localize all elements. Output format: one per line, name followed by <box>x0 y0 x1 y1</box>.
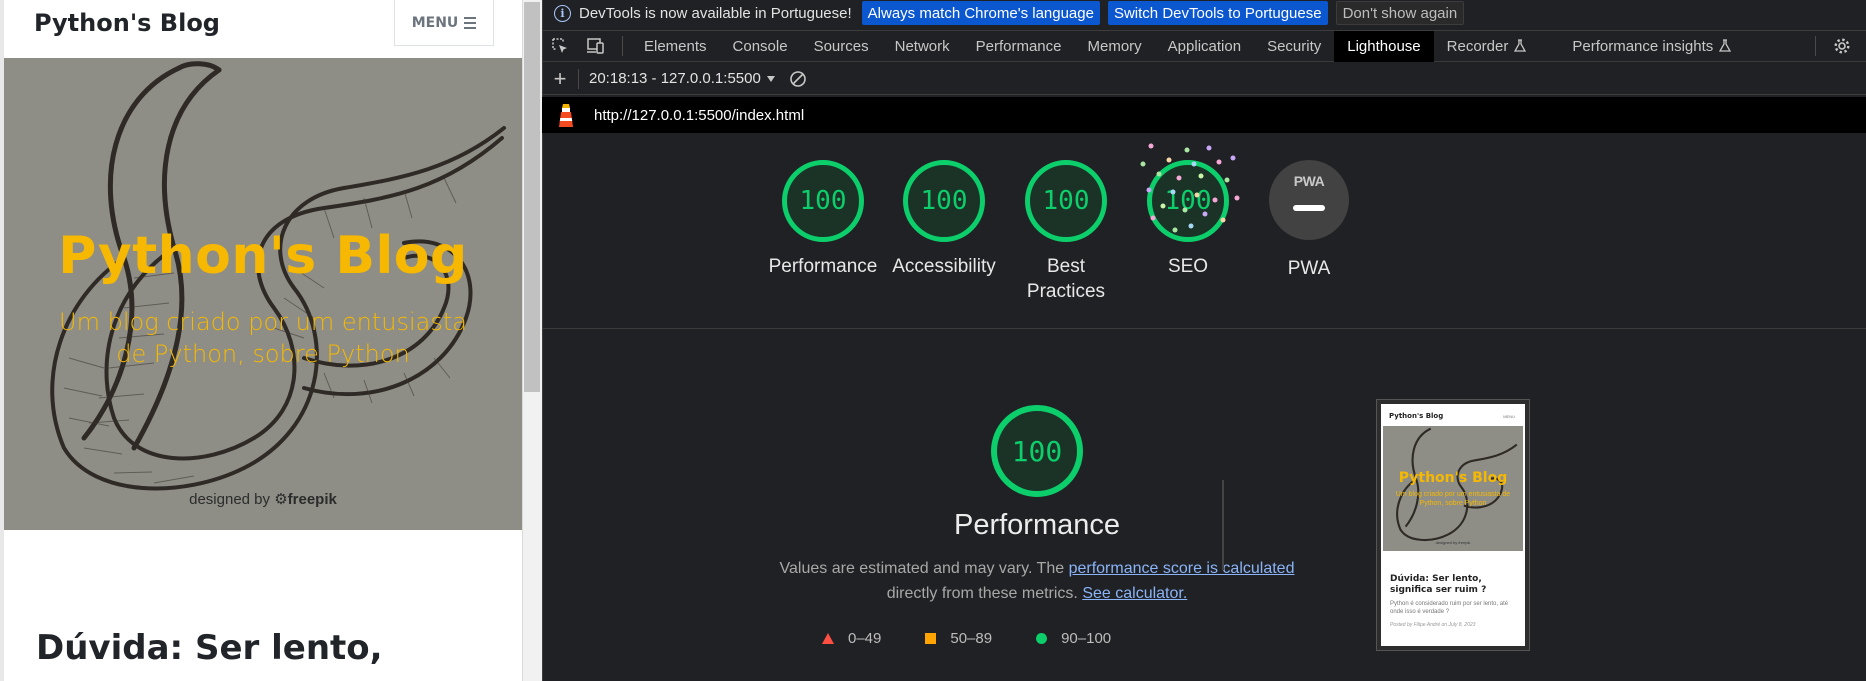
thumb-post-meta: Posted by Filipe André on July 8, 2023 <box>1390 622 1476 628</box>
legend-average: 50–89 <box>925 630 992 647</box>
performance-score-gauge[interactable]: 100 <box>991 405 1083 497</box>
tab-performance-insights[interactable]: Performance insights <box>1559 31 1744 62</box>
tab-performance[interactable]: Performance <box>963 31 1075 62</box>
clear-reports-icon[interactable] <box>789 70 807 88</box>
legend-fail-label: 0–49 <box>848 630 882 647</box>
pwa-badge-text: PWA <box>1293 173 1325 189</box>
preview-viewport: Python's Blog MENU Python's Blog Um blog… <box>0 0 522 681</box>
green-circle-icon <box>1036 633 1048 644</box>
gauge-label: Best Practices <box>1026 256 1106 302</box>
gauge-label: PWA <box>1287 258 1331 279</box>
see-calculator-link[interactable]: See calculator. <box>1082 585 1187 602</box>
preview-scrollbar-thumb[interactable] <box>524 2 540 392</box>
red-triangle-icon <box>822 633 834 644</box>
always-match-language-button[interactable]: Always match Chrome's language <box>861 1 1100 25</box>
devtools-panel: i DevTools is now available in Portugues… <box>542 0 1866 681</box>
gauge-score: 100 <box>903 160 985 242</box>
menu-button[interactable]: MENU <box>394 0 494 46</box>
tab-security[interactable]: Security <box>1254 31 1334 62</box>
thumb-hero: Python's Blog Um blog criado por um entu… <box>1383 426 1523 551</box>
tab-network[interactable]: Network <box>882 31 963 62</box>
site-header: Python's Blog MENU <box>4 0 522 58</box>
fireworks-confetti-icon <box>1140 143 1240 233</box>
hero-credit[interactable]: designed by ⚙freepik <box>4 490 522 508</box>
legend-fail: 0–49 <box>822 630 881 647</box>
menu-label: MENU <box>411 14 459 31</box>
hero-title: Python's Blog <box>58 226 468 286</box>
vertical-separator <box>1222 480 1224 570</box>
tab-performance-insights-label: Performance insights <box>1572 37 1714 55</box>
desc-mid: directly from these metrics. <box>886 585 1078 602</box>
gauge-score: 100 <box>1025 160 1107 242</box>
site-brand[interactable]: Python's Blog <box>34 9 220 37</box>
thumb-post-excerpt: Python é considerado ruim por ser lento,… <box>1390 601 1509 615</box>
thumb-post-title: Dúvida: Ser lento, significa ser ruim ? <box>1390 574 1487 595</box>
hero-banner: Python's Blog Um blog criado por um entu… <box>4 58 522 530</box>
tab-memory[interactable]: Memory <box>1075 31 1155 62</box>
chevron-down-icon <box>766 75 775 82</box>
tab-application[interactable]: Application <box>1155 31 1254 62</box>
flask-icon <box>1514 39 1527 52</box>
gauge-best-practices[interactable]: 100 Best Practices <box>1016 160 1116 304</box>
snake-illustration <box>50 61 506 491</box>
legend-pass: 90–100 <box>1036 630 1111 647</box>
hero-subtitle: Um blog criado por um entusiasta de Pyth… <box>59 308 467 368</box>
report-selector-label: 20:18:13 - 127.0.0.1:5500 <box>589 70 761 87</box>
thumb-hero-subtitle: Um blog criado por um entusiasta de Pyth… <box>1395 491 1511 507</box>
post-title[interactable]: Dúvida: Ser lento, <box>36 628 383 668</box>
performance-score-link[interactable]: performance score is calculated <box>1069 560 1295 577</box>
orange-square-icon <box>925 633 937 644</box>
tab-elements[interactable]: Elements <box>631 31 720 62</box>
inspect-element-icon[interactable] <box>542 31 578 61</box>
lighthouse-logo-icon <box>559 104 573 127</box>
gauge-performance[interactable]: 100 Performance <box>763 160 883 279</box>
thumb-snake-illustration <box>1396 427 1518 541</box>
info-icon: i <box>554 4 571 22</box>
desc-prefix: Values are estimated and may vary. The <box>779 560 1065 577</box>
devtools-tabbar: Elements Console Sources Network Perform… <box>542 30 1866 62</box>
tab-recorder-label: Recorder <box>1446 37 1509 55</box>
legend-pass-label: 90–100 <box>1061 630 1112 647</box>
toolbar-separator <box>622 36 623 56</box>
gauge-pwa[interactable]: PWA PWA <box>1249 160 1369 281</box>
gauge-score: 100 <box>782 160 864 242</box>
gauge-label: Accessibility <box>892 256 996 277</box>
score-legend: 0–49 50–89 90–100 <box>822 630 1111 647</box>
toolbar-separator <box>1815 36 1816 56</box>
flask-icon <box>1719 39 1732 52</box>
report-selector[interactable]: 20:18:13 - 127.0.0.1:5500 <box>589 70 775 87</box>
tab-lighthouse[interactable]: Lighthouse <box>1334 30 1434 62</box>
device-toolbar-icon[interactable] <box>578 31 614 61</box>
toolbar-separator <box>578 68 579 89</box>
language-infobar: i DevTools is now available in Portugues… <box>542 0 1866 26</box>
tab-recorder[interactable]: Recorder <box>1434 31 1540 62</box>
thumb-brand: Python's Blog <box>1389 412 1444 420</box>
pwa-badge-icon: PWA <box>1269 160 1349 240</box>
tab-console[interactable]: Console <box>720 31 801 62</box>
switch-to-portuguese-button[interactable]: Switch DevTools to Portuguese <box>1107 1 1328 25</box>
legend-average-label: 50–89 <box>950 630 993 647</box>
hamburger-icon <box>464 16 477 29</box>
freepik-logo-icon: ⚙ <box>274 491 288 508</box>
thumb-menu: MENU <box>1503 414 1515 419</box>
dont-show-again-button[interactable]: Don't show again <box>1335 1 1465 25</box>
gauge-label: Performance <box>768 256 878 277</box>
credit-prefix: designed by <box>189 491 271 508</box>
page-preview: Python's Blog MENU Python's Blog Um blog… <box>0 0 542 681</box>
thumb-hero-title: Python's Blog <box>1398 470 1508 486</box>
thumb-credit: designed by freepik <box>1435 540 1471 545</box>
final-screenshot-thumbnail[interactable]: Python's Blog MENU Python's Blog Um blog… <box>1376 399 1530 651</box>
report-url-bar: http://127.0.0.1:5500/index.html <box>542 97 1866 133</box>
tab-sources[interactable]: Sources <box>801 31 882 62</box>
infobar-message: DevTools is now available in Portuguese! <box>579 4 852 22</box>
gauge-accessibility[interactable]: 100 Accessibility <box>884 160 1004 279</box>
report-url: http://127.0.0.1:5500/index.html <box>594 106 805 124</box>
gauge-label: SEO <box>1167 256 1209 277</box>
lighthouse-toolbar: + 20:18:13 - 127.0.0.1:5500 <box>542 63 1866 95</box>
section-divider <box>542 328 1866 329</box>
new-report-button[interactable]: + <box>542 66 578 92</box>
credit-brand: freepik <box>287 491 337 508</box>
settings-gear-icon[interactable] <box>1824 31 1860 61</box>
